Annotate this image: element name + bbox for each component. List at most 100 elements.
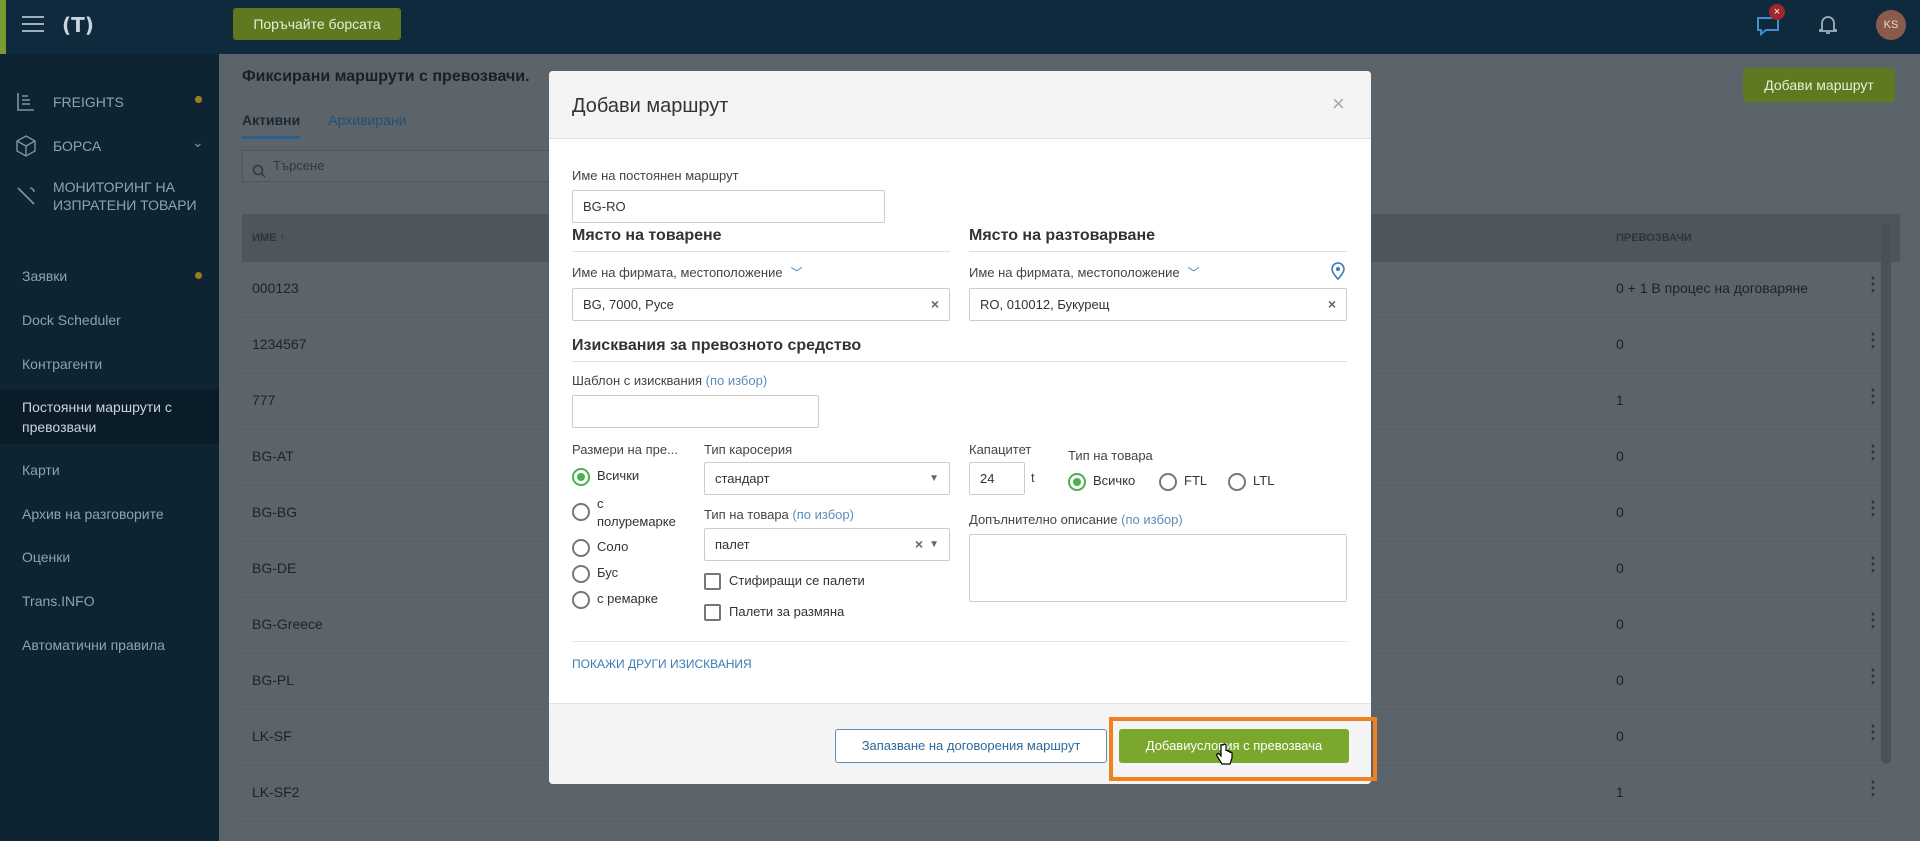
scrollbar[interactable]: [1881, 224, 1891, 764]
notification-badge: ×: [1769, 4, 1785, 20]
extra-desc-label: Допълнително описание (по избор): [969, 512, 1183, 527]
sidebar-item-transinfo[interactable]: Trans.INFO: [22, 591, 95, 611]
chevron-down-icon: ﹀: [1187, 266, 1200, 280]
kebab-menu-icon[interactable]: ⋮: [1864, 274, 1882, 295]
exchange-label: Палети за размяна: [729, 604, 845, 619]
body-type-select[interactable]: стандарт ▼: [704, 462, 950, 495]
route-name-cell: BG-AT: [252, 448, 294, 464]
requests-dot: [195, 272, 202, 279]
carriers-cell: 0: [1616, 448, 1624, 464]
kebab-menu-icon[interactable]: ⋮: [1864, 386, 1882, 407]
template-input[interactable]: [572, 395, 819, 428]
sidebar-nav-freights[interactable]: FREIGHTS: [0, 90, 219, 114]
unloading-place-value: RO, 010012, Букурещ: [980, 297, 1110, 312]
modal-header: Добави маршрут ×: [549, 71, 1371, 139]
carriers-cell: 0: [1616, 616, 1624, 632]
add-route-modal: Добави маршрут × Име на постоянен маршру…: [549, 71, 1371, 784]
sidebar-item-chat-archive[interactable]: Архив на разговорите: [22, 504, 164, 524]
carriers-cell: 1: [1616, 784, 1624, 800]
search-input[interactable]: Търсене: [242, 150, 562, 182]
column-header-name[interactable]: ИМЕ ↑: [252, 232, 285, 244]
capacity-input[interactable]: 24: [969, 462, 1025, 495]
kebab-menu-icon[interactable]: ⋮: [1864, 610, 1882, 631]
carriers-cell: 0: [1616, 728, 1624, 744]
show-more-link[interactable]: ПОКАЖИ ДРУГИ ИЗИСКВАНИЯ: [572, 657, 752, 671]
sidebar-item-dock-scheduler[interactable]: Dock Scheduler: [22, 310, 121, 330]
sidebar-nav-label: МОНИТОРИНГ НА ИЗПРАТЕНИ ТОВАРИ: [53, 179, 197, 213]
size-option-trailer[interactable]: с ремарке: [572, 590, 658, 609]
sidebar-item-auto-rules[interactable]: Автоматични правила: [22, 635, 165, 655]
close-icon[interactable]: ×: [1332, 91, 1345, 117]
kebab-menu-icon[interactable]: ⋮: [1864, 442, 1882, 463]
column-header-carriers: ПРЕВОЗВАЧИ: [1616, 232, 1692, 244]
kebab-menu-icon[interactable]: ⋮: [1864, 722, 1882, 743]
loading-picker[interactable]: Име на фирмата, местоположение ﹀: [572, 264, 803, 281]
sidebar-nav-exchange[interactable]: БОРСА ⌄: [0, 134, 219, 158]
order-exchange-button[interactable]: Поръчайте борсата: [233, 8, 401, 40]
goods-option-ltl[interactable]: LTL: [1228, 472, 1274, 491]
cargo-type-select[interactable]: палет × ▼: [704, 528, 950, 561]
kebab-menu-icon[interactable]: ⋮: [1864, 778, 1882, 799]
clear-icon[interactable]: ×: [1328, 289, 1336, 320]
route-name-cell: BG-BG: [252, 504, 298, 520]
search-icon: [252, 159, 266, 189]
kebab-menu-icon[interactable]: ⋮: [1864, 498, 1882, 519]
carriers-cell: 0 + 1 В процес на договаряне: [1616, 280, 1809, 296]
tabs: Активни Архивирани: [242, 112, 434, 139]
extra-desc-label-text: Допълнително описание: [969, 512, 1118, 527]
cube-icon: [16, 135, 36, 157]
tab-active[interactable]: Активни: [242, 112, 301, 139]
radio-off: [572, 538, 590, 557]
unloading-section-title: Място на разтоварване: [969, 227, 1347, 252]
avatar[interactable]: KS: [1876, 10, 1906, 40]
carriers-cell: 0: [1616, 336, 1624, 352]
clear-icon[interactable]: ×: [931, 289, 939, 320]
sidebar-item-maps[interactable]: Карти: [22, 460, 60, 480]
dropdown-arrow-icon: ▼: [929, 473, 939, 484]
size-option-label: с ремарке: [597, 591, 659, 606]
goods-option-ftl[interactable]: FTL: [1159, 472, 1207, 491]
add-route-button[interactable]: Добави маршрут: [1743, 68, 1895, 102]
top-bar: (T) Поръчайте борсата × KS: [0, 0, 1920, 54]
sidebar-item-requests[interactable]: Заявки: [22, 266, 67, 286]
kebab-menu-icon[interactable]: ⋮: [1864, 666, 1882, 687]
radio-off: [572, 503, 590, 521]
checkbox-box: [704, 573, 721, 591]
location-pin-icon[interactable]: [1330, 262, 1346, 280]
carriers-cell: 0: [1616, 560, 1624, 576]
cargo-type-label-text: Тип на товара: [704, 507, 789, 522]
size-option-bus[interactable]: Бус: [572, 564, 618, 583]
size-option-all[interactable]: Всички: [572, 467, 639, 486]
kebab-menu-icon[interactable]: ⋮: [1864, 554, 1882, 575]
sidebar-item-contractors[interactable]: Контрагенти: [22, 354, 102, 374]
divider: [572, 641, 1347, 642]
save-route-button[interactable]: Запазване на договорения маршрут: [835, 729, 1107, 763]
checkbox-box: [704, 604, 721, 622]
exchange-checkbox[interactable]: Палети за размяна: [704, 603, 845, 622]
sidebar-item-fixed-routes[interactable]: Постоянни маршрути с превозвачи: [0, 390, 219, 444]
dropdown-arrow-icon: ▼: [929, 539, 939, 550]
unloading-place-input[interactable]: RO, 010012, Букурещ ×: [969, 288, 1347, 321]
satellite-icon: [17, 187, 35, 205]
sidebar-item-ratings[interactable]: Оценки: [22, 547, 70, 567]
sidebar-nav-monitoring[interactable]: МОНИТОРИНГ НА ИЗПРАТЕНИ ТОВАРИ: [0, 176, 219, 216]
bell-icon[interactable]: [1815, 12, 1841, 38]
loading-place-input[interactable]: BG, 7000, Русе ×: [572, 288, 950, 321]
route-name-input[interactable]: BG-RO: [572, 190, 885, 223]
kebab-menu-icon[interactable]: ⋮: [1864, 330, 1882, 351]
extra-desc-textarea[interactable]: [969, 534, 1347, 602]
clear-icon[interactable]: ×: [915, 529, 923, 560]
modal-title: Добави маршрут: [572, 95, 729, 117]
logo[interactable]: (T): [62, 13, 94, 37]
unloading-picker-label: Име на фирмата, местоположение: [969, 265, 1180, 280]
capacity-value: 24: [980, 471, 995, 486]
size-option-solo[interactable]: Соло: [572, 538, 628, 557]
route-name-cell: BG-PL: [252, 672, 295, 688]
size-option-semitrailer[interactable]: с полуремарке: [572, 495, 682, 531]
goods-option-all[interactable]: Всичко: [1068, 472, 1135, 491]
tab-archived[interactable]: Архивирани: [328, 112, 406, 136]
menu-icon[interactable]: [22, 16, 44, 34]
size-label: Размери на пре...: [572, 442, 678, 457]
stackable-checkbox[interactable]: Стифиращи се палети: [704, 572, 865, 591]
unloading-picker[interactable]: Име на фирмата, местоположение ﹀: [969, 264, 1200, 281]
